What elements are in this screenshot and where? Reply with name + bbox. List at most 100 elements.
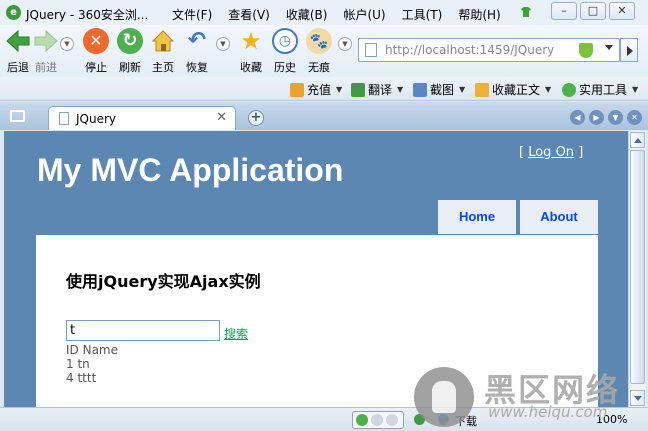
address-url: http://localhost:1459/JQuery (385, 43, 555, 57)
window-title: JQuery - 360安全浏... (26, 8, 149, 22)
result-row: 1 tn (66, 357, 90, 371)
recharge-icon (290, 82, 304, 97)
log-on-link[interactable]: Log On (528, 145, 574, 160)
login-bracket-open: [ (519, 145, 525, 160)
tools-button[interactable]: 实用工具 ▼ (562, 81, 638, 98)
back-arrow-icon (6, 29, 30, 53)
paw-icon: 🐾 (306, 28, 332, 54)
tab-jquery[interactable]: JQuery ✕ (48, 106, 236, 130)
translate-icon (351, 82, 365, 97)
menu-favorites[interactable]: 收藏(B) (286, 6, 328, 23)
search-link[interactable]: 搜索 (224, 325, 248, 342)
forward-arrow-icon (34, 29, 58, 53)
clock-icon: ◷ (272, 28, 298, 54)
tab-scroll-left-icon[interactable]: ◀ (570, 110, 585, 125)
home-label: 主页 (152, 61, 174, 74)
browser-logo-icon: e (6, 5, 21, 20)
nav-home[interactable]: Home (438, 200, 516, 234)
tools-plus-icon (562, 82, 576, 97)
close-window-button[interactable]: ✕ (609, 2, 635, 20)
recharge-button[interactable]: 充值 ▼ (290, 81, 342, 98)
undo-icon: ↶ (187, 28, 207, 53)
skin-shirt-icon[interactable] (520, 6, 532, 18)
login-display: [ Log On ] (519, 145, 583, 160)
refresh-button[interactable]: ↻ 刷新 (114, 28, 146, 75)
tab-list-icon[interactable]: ▼ (608, 110, 623, 125)
title-bar: e JQuery - 360安全浏... 文件(F) 查看(V) 收藏(B) 帐… (0, 0, 648, 25)
go-button[interactable] (620, 38, 638, 62)
tools-label: 实用工具 (579, 83, 628, 97)
address-dropdown-icon[interactable] (605, 45, 613, 50)
history-button[interactable]: ◷ 历史 (269, 28, 301, 75)
forward-label: 前进 (35, 61, 57, 74)
site-watermark: 黑区网络 www.heiqu.com (414, 365, 646, 429)
scissors-icon (413, 82, 427, 97)
tab-label: JQuery (76, 112, 117, 126)
history-dropdown-icon[interactable]: ▼ (60, 37, 74, 51)
security-shield-icon[interactable] (579, 43, 593, 58)
incognito-dropdown-icon[interactable]: ▼ (338, 37, 352, 51)
tab-bar: JQuery ✕ + ◀ ▶ ▼ ✕ (0, 102, 648, 130)
star-icon: ★ (240, 27, 262, 55)
nav-about[interactable]: About (520, 200, 598, 234)
screenshot-button[interactable]: 截图 ▼ (413, 81, 465, 98)
history-label: 历史 (274, 61, 296, 74)
home-icon (151, 30, 175, 52)
watermark-logo-icon (414, 367, 474, 427)
favorites-button[interactable]: ★ 收藏 (235, 28, 267, 75)
maximize-button[interactable]: □ (580, 2, 606, 20)
stop-button[interactable]: ✕ 停止 (80, 28, 112, 75)
menu-view[interactable]: 查看(V) (228, 6, 270, 23)
stop-icon: ✕ (83, 28, 109, 54)
tools-dropdown-icon[interactable]: ▼ (632, 85, 638, 94)
watermark-url: www.heiqu.com (488, 403, 608, 421)
restore-label: 恢复 (186, 61, 208, 74)
tab-page-icon (59, 112, 69, 125)
home-button[interactable]: 主页 (147, 28, 179, 75)
extensions-bar: 充值 ▼ 翻译 ▼ 截图 ▼ 收藏正文 ▼ 实用工具 ▼ (0, 77, 648, 101)
translate-label: 翻译 (368, 83, 393, 97)
save-article-label: 收藏正文 (492, 83, 541, 97)
refresh-icon: ↻ (117, 28, 143, 54)
save-article-dropdown-icon[interactable]: ▼ (545, 85, 551, 94)
recharge-label: 充值 (307, 83, 332, 97)
incognito-label: 无痕 (308, 61, 330, 74)
stop-label: 停止 (85, 61, 107, 74)
translate-dropdown-icon[interactable]: ▼ (397, 85, 403, 94)
new-tab-icon[interactable]: + (248, 110, 264, 126)
minimize-button[interactable]: – (551, 2, 577, 20)
search-input[interactable] (66, 320, 220, 341)
menu-help[interactable]: 帮助(H) (458, 6, 500, 23)
screenshot-label: 截图 (430, 83, 455, 97)
results-header: ID Name (66, 343, 118, 357)
recharge-dropdown-icon[interactable]: ▼ (336, 85, 342, 94)
speed-mode-toggle[interactable] (352, 411, 404, 429)
toggle-dot-icon (371, 414, 383, 426)
toggle-dot-icon (386, 414, 398, 426)
toggle-on-dot-icon (356, 414, 368, 426)
restore-dropdown-icon[interactable]: ▼ (216, 37, 230, 51)
menu-file[interactable]: 文件(F) (172, 6, 212, 23)
menu-account[interactable]: 帐户(U) (343, 6, 385, 23)
menu-bar: 文件(F) 查看(V) 收藏(B) 帐户(U) 工具(T) 帮助(H) (172, 6, 517, 23)
menu-tools[interactable]: 工具(T) (402, 6, 443, 23)
restore-button[interactable]: ↶ 恢复 (181, 28, 213, 75)
close-all-tabs-icon[interactable]: ✕ (627, 110, 642, 125)
login-bracket-close: ] (578, 145, 584, 160)
save-article-button[interactable]: 收藏正文 ▼ (475, 81, 551, 98)
close-tab-icon[interactable]: ✕ (216, 110, 227, 125)
refresh-label: 刷新 (119, 61, 141, 74)
forward-button[interactable]: 前进 (30, 28, 62, 75)
incognito-button[interactable]: 🐾 无痕 (303, 28, 335, 75)
save-article-icon (475, 82, 489, 97)
translate-button[interactable]: 翻译 ▼ (351, 81, 403, 98)
tab-scroll-right-icon[interactable]: ▶ (589, 110, 604, 125)
address-bar[interactable]: http://localhost:1459/JQuery (358, 38, 620, 62)
sidebar-toggle-icon[interactable] (10, 110, 25, 122)
scroll-thumb[interactable] (630, 150, 645, 384)
scroll-up-icon[interactable] (630, 132, 645, 148)
favorites-label: 收藏 (240, 61, 262, 74)
page-heading: 使用jQuery实现Ajax实例 (66, 272, 261, 291)
screenshot-dropdown-icon[interactable]: ▼ (459, 85, 465, 94)
result-row: 4 tttt (66, 371, 97, 385)
